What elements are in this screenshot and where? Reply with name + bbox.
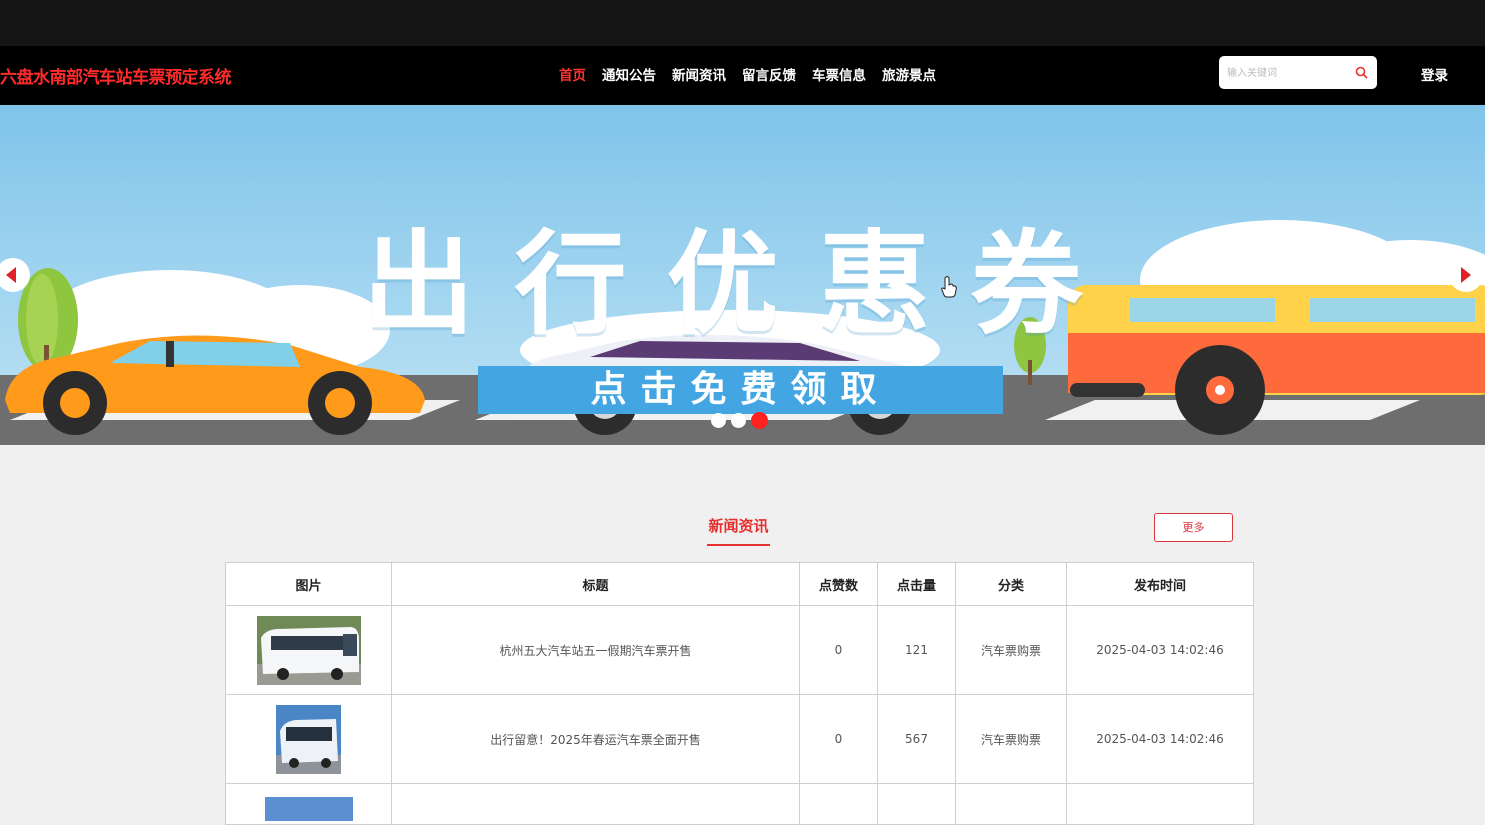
table-header-row: 图片 标题 点赞数 点击量 分类 发布时间 [225,562,1254,606]
cell-image [225,605,392,695]
cell-likes: 0 [799,694,878,784]
site-brand[interactable]: 六盘水南部汽车站车票预定系统 [0,63,232,88]
banner-cta-button[interactable]: 点击免费领取 [478,366,1003,414]
carousel-dot-2[interactable] [731,413,746,428]
cell-clicks: 121 [877,605,956,695]
search-box [1219,56,1377,89]
news-thumbnail[interactable] [264,797,353,821]
cell-category: 汽车票购票 [955,605,1067,695]
arrow-left-icon [6,267,16,283]
cell-likes [799,783,878,825]
news-thumbnail[interactable] [276,704,341,774]
cell-category: 汽车票购票 [955,694,1067,784]
window-top-strip [0,0,1485,46]
col-header-image: 图片 [225,562,392,606]
nav-tickets[interactable]: 车票信息 [812,64,866,84]
section-underline [707,544,770,546]
search-icon[interactable] [1355,66,1368,79]
col-header-likes: 点赞数 [799,562,878,606]
table-row[interactable]: 杭州五大汽车站五一假期汽车票开售 0 121 汽车票购票 2025-04-03 … [225,605,1254,695]
col-header-category: 分类 [955,562,1067,606]
banner-title: 出行优惠券 [362,220,1123,350]
cell-title[interactable]: 出行留意！2025年春运汽车票全面开售 [391,694,800,784]
news-thumbnail[interactable] [256,615,361,685]
cell-image [225,694,392,784]
carousel-indicators [711,412,768,429]
carousel-dot-1[interactable] [711,413,726,428]
arrow-right-icon [1461,267,1471,283]
cell-date: 2025-04-03 14:02:46 [1066,605,1254,695]
cell-title[interactable] [391,783,800,825]
login-link[interactable]: 登录 [1421,64,1448,84]
cell-date [1066,783,1254,825]
nav-news[interactable]: 新闻资讯 [672,64,726,84]
table-row[interactable]: 出行留意！2025年春运汽车票全面开售 0 567 汽车票购票 2025-04-… [225,694,1254,784]
promo-carousel[interactable]: 出行优惠券 点击免费领取 [0,105,1485,445]
news-section-title: 新闻资讯 [708,517,769,535]
carousel-next-button[interactable] [1449,258,1483,292]
news-table: 图片 标题 点赞数 点击量 分类 发布时间 杭州五大汽车站五一假期汽车票开售 0… [225,562,1254,825]
nav-home[interactable]: 首页 [559,64,586,84]
cell-title[interactable]: 杭州五大汽车站五一假期汽车票开售 [391,605,800,695]
nav-feedback[interactable]: 留言反馈 [742,64,796,84]
cell-date: 2025-04-03 14:02:46 [1066,694,1254,784]
nav-attractions[interactable]: 旅游景点 [882,64,936,84]
cell-clicks: 567 [877,694,956,784]
nav-notices[interactable]: 通知公告 [602,64,656,84]
more-news-button[interactable]: 更多 [1154,513,1233,542]
main-menu: 首页 通知公告 新闻资讯 留言反馈 车票信息 旅游景点 [559,64,936,84]
search-input[interactable] [1225,63,1349,83]
cell-category [955,783,1067,825]
col-header-clicks: 点击量 [877,562,956,606]
top-navbar: 六盘水南部汽车站车票预定系统 首页 通知公告 新闻资讯 留言反馈 车票信息 旅游… [0,46,1485,105]
cell-clicks [877,783,956,825]
table-row[interactable] [225,783,1254,825]
hand-cursor-icon [941,276,957,298]
carousel-dot-3[interactable] [751,412,768,429]
cell-likes: 0 [799,605,878,695]
col-header-date: 发布时间 [1066,562,1254,606]
cell-image [225,783,392,825]
col-header-title: 标题 [391,562,800,606]
carousel-prev-button[interactable] [0,258,30,292]
